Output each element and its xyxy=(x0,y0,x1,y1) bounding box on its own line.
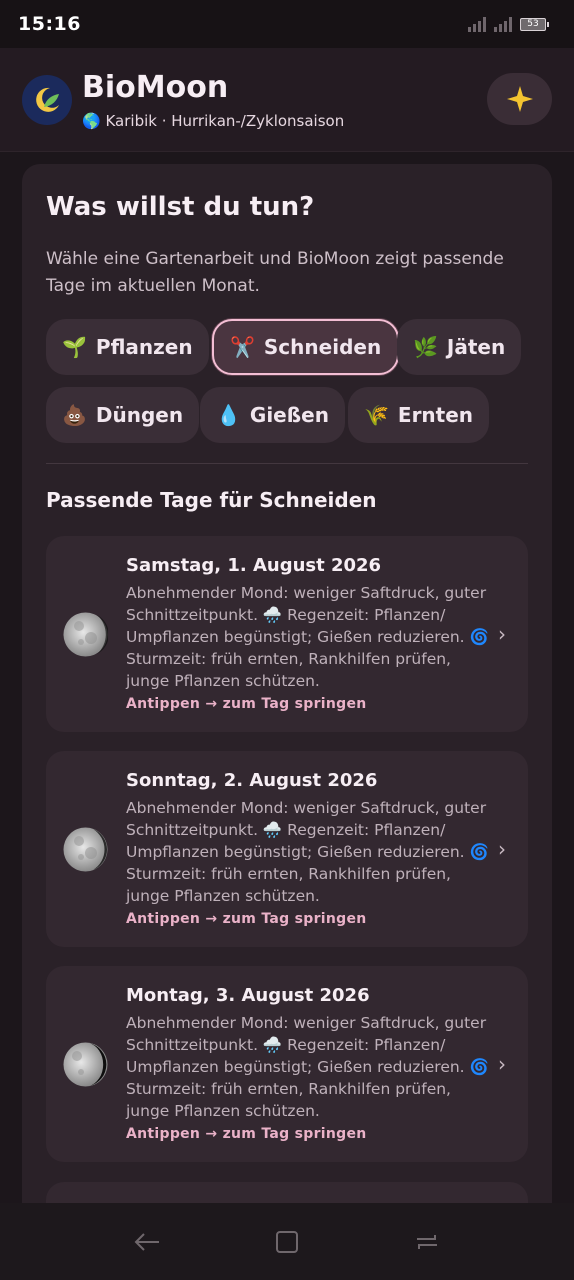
chip-ernten[interactable]: 🌾 Ernten xyxy=(348,387,490,443)
results-title: Passende Tage für Schneiden xyxy=(46,488,377,512)
app-header: BioMoon 🌎 Karibik · Hurrikan-/Zyklonsais… xyxy=(0,48,574,152)
herb-icon: 🌿 xyxy=(413,335,438,359)
sparkle-button[interactable] xyxy=(487,73,552,125)
chip-label: Düngen xyxy=(95,403,184,427)
day-date: Sonntag, 2. August 2026 xyxy=(126,770,378,791)
day-jump-hint: Antippen → zum Tag springen xyxy=(126,1126,367,1142)
chip-jaeten[interactable]: 🌿 Jäten xyxy=(397,319,522,375)
back-icon[interactable] xyxy=(127,1222,167,1262)
app-logo-icon xyxy=(22,75,72,125)
region-subtitle: 🌎 Karibik · Hurrikan-/Zyklonsaison xyxy=(82,112,344,130)
chevron-right-icon: › xyxy=(498,1052,506,1076)
day-jump-hint: Antippen → zum Tag springen xyxy=(126,911,367,927)
day-card[interactable]: Samstag, 1. August 2026 Abnehmender Mond… xyxy=(46,536,528,732)
day-description: Abnehmender Mond: weniger Saftdruck, gut… xyxy=(126,799,489,905)
signal-icon xyxy=(468,16,486,32)
chevron-right-icon: › xyxy=(498,837,506,861)
day-date: Montag, 3. August 2026 xyxy=(126,985,370,1006)
region-label: Karibik · Hurrikan-/Zyklonsaison xyxy=(105,112,345,130)
day-date: Samstag, 1. August 2026 xyxy=(126,555,382,576)
task-card: Was willst du tun? Wähle eine Gartenarbe… xyxy=(22,164,552,1242)
day-description: Abnehmender Mond: weniger Saftdruck, gut… xyxy=(126,1014,489,1120)
moon-phase-icon xyxy=(63,1042,108,1087)
recents-icon[interactable] xyxy=(407,1222,447,1262)
chip-label: Gießen xyxy=(249,403,329,427)
moon-phase-icon xyxy=(63,827,108,872)
scissors-icon: ✂️ xyxy=(230,335,255,359)
chip-label: Ernten xyxy=(397,403,474,427)
home-icon[interactable] xyxy=(267,1222,307,1262)
status-icons: 53 xyxy=(468,16,549,32)
chip-label: Jäten xyxy=(446,335,506,359)
battery-icon: 53 xyxy=(520,17,549,31)
app-title: BioMoon xyxy=(82,70,229,105)
fertilizer-icon: 💩 xyxy=(62,403,87,427)
wheat-icon: 🌾 xyxy=(364,403,389,427)
signal-icon-2 xyxy=(494,16,512,32)
system-nav-bar xyxy=(0,1203,574,1280)
chip-label: Pflanzen xyxy=(95,335,193,359)
status-bar: 15:16 53 xyxy=(0,0,574,48)
sparkle-icon xyxy=(506,86,533,112)
chip-schneiden[interactable]: ✂️ Schneiden xyxy=(212,319,400,375)
chip-label: Schneiden xyxy=(263,335,382,359)
seedling-icon: 🌱 xyxy=(62,335,87,359)
chip-giessen[interactable]: 💧 Gießen xyxy=(200,387,345,443)
day-jump-hint: Antippen → zum Tag springen xyxy=(126,696,367,712)
chip-pflanzen[interactable]: 🌱 Pflanzen xyxy=(46,319,209,375)
task-intro: Wähle eine Gartenarbeit und BioMoon zeig… xyxy=(46,249,504,296)
droplet-icon: 💧 xyxy=(216,403,241,427)
day-card[interactable]: Sonntag, 2. August 2026 Abnehmender Mond… xyxy=(46,751,528,947)
globe-icon: 🌎 xyxy=(82,112,101,130)
battery-level: 53 xyxy=(527,18,539,29)
chip-duengen[interactable]: 💩 Düngen xyxy=(46,387,200,443)
task-title: Was willst du tun? xyxy=(46,192,315,222)
moon-phase-icon xyxy=(63,612,109,657)
chevron-right-icon: › xyxy=(498,622,506,646)
status-time: 15:16 xyxy=(18,13,81,35)
day-card[interactable]: Montag, 3. August 2026 Abnehmender Mond:… xyxy=(46,966,528,1162)
day-description: Abnehmender Mond: weniger Saftdruck, gut… xyxy=(126,584,489,690)
divider xyxy=(46,463,528,464)
